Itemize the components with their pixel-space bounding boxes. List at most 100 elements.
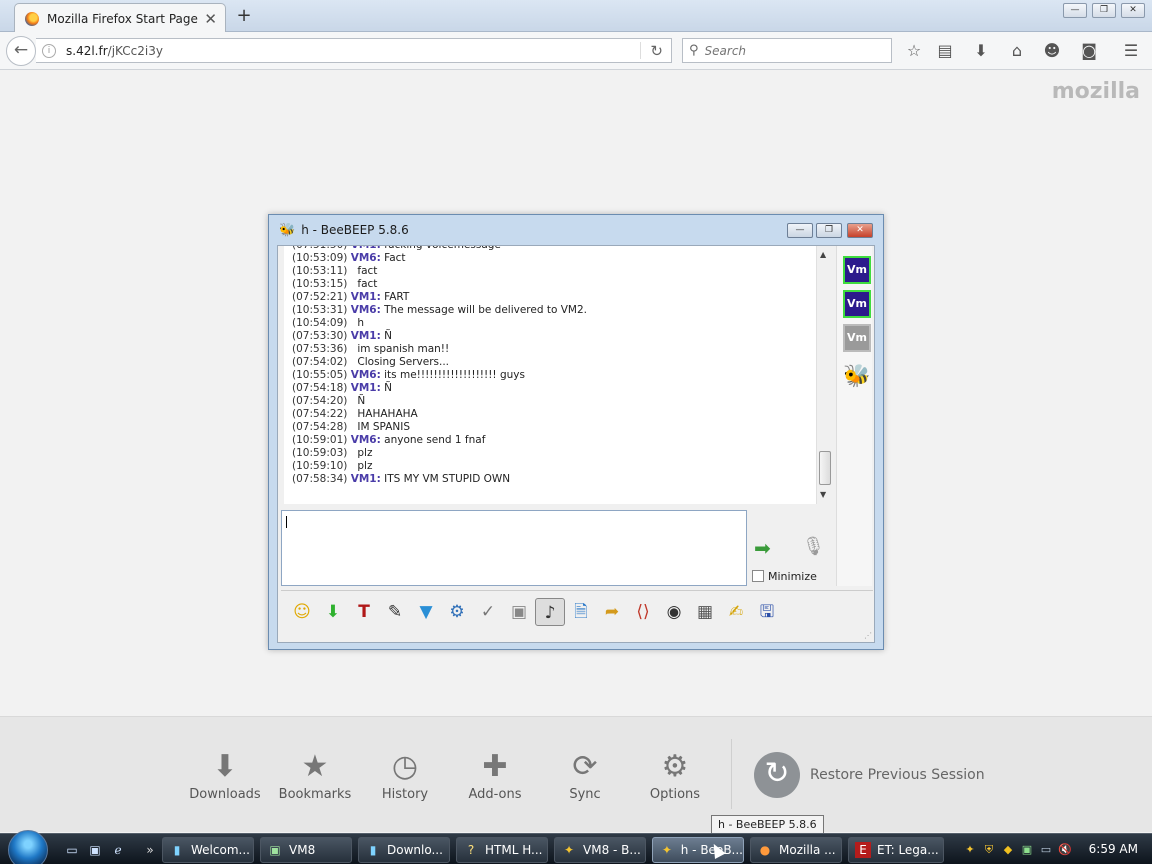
- message-input[interactable]: [281, 510, 747, 586]
- webcam-icon[interactable]: ◉: [659, 598, 689, 626]
- screenshot-icon[interactable]: ▦: [690, 598, 720, 626]
- green-arrow-icon[interactable]: ⬇: [318, 598, 348, 626]
- shield-icon[interactable]: ⛨: [981, 842, 997, 858]
- launcher-sync[interactable]: ⟳ Sync: [545, 747, 625, 802]
- scroll-down-icon[interactable]: ▼: [820, 490, 826, 499]
- spellcheck-icon[interactable]: ✓: [473, 598, 503, 626]
- search-icon: ⚲: [689, 43, 699, 58]
- url-text: s.42l.fr/jKCc2i3y: [66, 43, 163, 58]
- minimize-window-button[interactable]: —: [1063, 3, 1087, 18]
- color-icon[interactable]: ✎: [380, 598, 410, 626]
- sound-icon[interactable]: ♪: [535, 597, 565, 626]
- hello-icon[interactable]: ☻: [1041, 40, 1063, 62]
- menu-icon[interactable]: ☰: [1120, 40, 1142, 62]
- chat-message: (07:53:30) VM1: Ñ: [292, 330, 830, 343]
- scroll-up-icon[interactable]: ▲: [820, 250, 826, 259]
- save-icon[interactable]: 🖫: [752, 598, 782, 626]
- taskbar-item[interactable]: ● Mozilla ...: [750, 837, 842, 863]
- folder-send-icon[interactable]: ➦: [597, 598, 627, 626]
- url-bar[interactable]: i s.42l.fr/jKCc2i3y ↻: [36, 38, 672, 63]
- message-text: anyone send 1 fnaf: [380, 434, 486, 446]
- file-icon[interactable]: 🗎: [566, 598, 596, 626]
- home-icon[interactable]: ⌂: [1006, 40, 1028, 62]
- launcher-bookmarks[interactable]: ★ Bookmarks: [275, 747, 355, 802]
- restore-session-button[interactable]: ↻ Restore Previous Session: [754, 752, 985, 798]
- taskbar-item[interactable]: ▮ Downlo...: [358, 837, 450, 863]
- message-text: its me!!!!!!!!!!!!!!!!!!! guys: [380, 369, 525, 381]
- beebeep-close-button[interactable]: ✕: [847, 223, 873, 238]
- scroll-thumb[interactable]: [819, 451, 831, 485]
- downloads-icon[interactable]: ⬇: [970, 40, 992, 62]
- reload-icon[interactable]: ↻: [650, 42, 663, 60]
- chat-message: (07:54:28) IM SPANIS: [292, 421, 830, 434]
- info-icon[interactable]: i: [42, 43, 56, 58]
- volume-muted-icon[interactable]: 🔇: [1057, 842, 1073, 858]
- switch-windows-icon[interactable]: ▣: [87, 843, 103, 857]
- html-icon[interactable]: ⟨⟩: [628, 598, 658, 626]
- start-button[interactable]: [8, 830, 48, 864]
- pocket-icon[interactable]: ◙: [1078, 40, 1100, 62]
- message-timestamp: (07:54:18): [292, 382, 348, 394]
- message-timestamp: (07:53:36): [292, 343, 348, 355]
- bee-tray-icon[interactable]: ✦: [962, 842, 978, 858]
- launcher-options[interactable]: ⚙ Options: [635, 747, 715, 802]
- send-message-icon[interactable]: ➡: [754, 536, 771, 560]
- security-icon[interactable]: ◆: [1000, 842, 1016, 858]
- minimize-checkbox[interactable]: [752, 570, 764, 582]
- chat-message: (07:52:21) VM1: FART: [292, 291, 830, 304]
- taskbar-item[interactable]: E ET: Lega...: [848, 837, 944, 863]
- show-desktop-icon[interactable]: ▭: [64, 843, 80, 857]
- message-text: plz: [357, 460, 373, 472]
- sync-icon: ⟳: [572, 749, 598, 784]
- new-tab-button[interactable]: +: [234, 5, 254, 26]
- emoticon-icon[interactable]: ☺: [287, 598, 317, 626]
- beebeep-maximize-button[interactable]: ❐: [816, 223, 842, 238]
- bookmark-star-icon[interactable]: ☆: [903, 40, 925, 62]
- chat-scrollbar[interactable]: ▲ ▼: [816, 246, 832, 504]
- launcher-addons[interactable]: ✚ Add-ons: [455, 747, 535, 802]
- message-sender: VM6:: [350, 252, 381, 264]
- taskbar-item[interactable]: ▣ VM8: [260, 837, 352, 863]
- note-icon[interactable]: ✍: [721, 598, 751, 626]
- url-separator: [640, 42, 641, 59]
- internet-explorer-icon[interactable]: ℯ: [110, 843, 126, 857]
- font-icon[interactable]: T: [349, 598, 379, 626]
- restore-window-button[interactable]: ❐: [1092, 3, 1116, 18]
- message-text: Closing Servers...: [357, 356, 450, 368]
- system-clock[interactable]: 6:59 AM: [1089, 842, 1138, 856]
- user-avatar-vm-offline[interactable]: Vm: [843, 324, 871, 352]
- filter-icon[interactable]: ▼: [411, 598, 441, 626]
- close-window-button[interactable]: ✕: [1121, 3, 1145, 18]
- tab-firefox-start-page[interactable]: Mozilla Firefox Start Page ✕: [14, 3, 226, 33]
- chat-message: (07:54:02) Closing Servers...: [292, 356, 830, 369]
- reading-list-icon[interactable]: ▤: [934, 40, 956, 62]
- chat-history[interactable]: (07:51:50) VM1: fucking voicemessage(10:…: [284, 246, 830, 504]
- taskbar-item[interactable]: ▮ Welcom...: [162, 837, 254, 863]
- chat-message: (07:58:34) VM1: ITS MY VM STUPID OWN: [292, 473, 830, 486]
- launcher-history[interactable]: ◷ History: [365, 747, 445, 802]
- search-bar[interactable]: ⚲: [682, 38, 892, 63]
- network-icon[interactable]: ▣: [1019, 842, 1035, 858]
- launcher-downloads[interactable]: ⬇ Downloads: [185, 747, 265, 802]
- chat-message: (10:59:03) plz: [292, 447, 830, 460]
- dictionary-icon[interactable]: ▣: [504, 598, 534, 626]
- taskbar-item-active[interactable]: ✦ h - BeeB...: [652, 837, 744, 863]
- beebeep-minimize-button[interactable]: —: [787, 223, 813, 238]
- tab-close-icon[interactable]: ✕: [204, 10, 217, 28]
- message-sender: VM6:: [350, 304, 381, 316]
- bee-group-icon[interactable]: 🐝: [843, 364, 870, 389]
- user-avatar-vm[interactable]: Vm: [843, 290, 871, 318]
- back-button[interactable]: ←: [6, 36, 36, 66]
- search-input[interactable]: [704, 43, 875, 58]
- taskbar-item[interactable]: ✦ VM8 - B...: [554, 837, 646, 863]
- quicklaunch-expand-icon[interactable]: »: [142, 843, 158, 857]
- resize-grip[interactable]: ⋰: [864, 631, 872, 640]
- settings-icon[interactable]: ⚙: [442, 598, 472, 626]
- taskbar-item-label: Downlo...: [387, 843, 443, 857]
- display-icon[interactable]: ▭: [1038, 842, 1054, 858]
- microphone-icon[interactable]: 🎙: [802, 536, 825, 557]
- beebeep-body: (07:51:50) VM1: fucking voicemessage(10:…: [277, 245, 875, 643]
- user-avatar-vm[interactable]: Vm: [843, 256, 871, 284]
- taskbar-item[interactable]: ? HTML H...: [456, 837, 548, 863]
- message-text: Ñ: [380, 330, 392, 342]
